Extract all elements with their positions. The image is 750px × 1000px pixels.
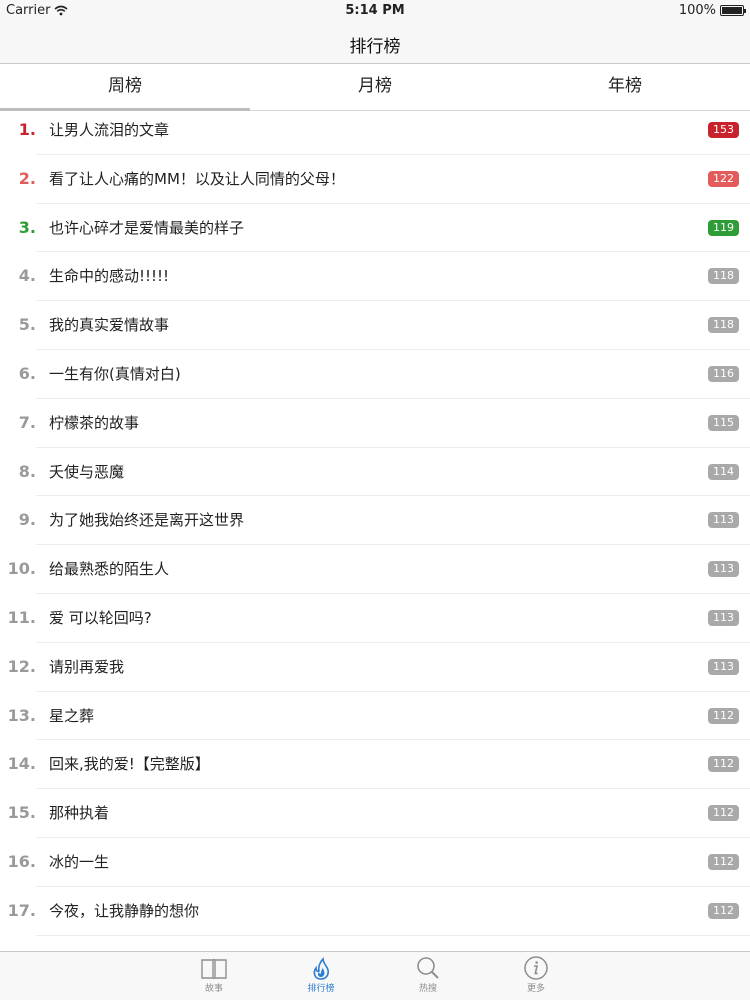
count-badge: 113: [708, 561, 739, 578]
count-badge: 114: [708, 463, 739, 480]
battery-icon: [720, 5, 746, 16]
story-title: 冰的一生: [49, 852, 110, 871]
list-item[interactable]: 11. 爱 可以轮回吗? 113: [0, 594, 750, 643]
list-item[interactable]: 16. 冰的一生 112: [0, 838, 750, 887]
rank-number: 7.: [18, 412, 36, 432]
count-badge: 113: [708, 609, 739, 626]
status-time: 5:14 PM: [345, 3, 405, 18]
tabbar-item-stories[interactable]: 故事: [184, 955, 244, 994]
tabbar-item-rankings[interactable]: 排行榜: [291, 955, 351, 994]
ranking-tabs: 周榜 月榜 年榜: [0, 64, 750, 111]
story-title: 今夜，让我静静的想你: [49, 901, 200, 920]
count-badge: 112: [708, 902, 739, 919]
count-badge: 115: [708, 414, 739, 431]
rank-number: 1.: [18, 120, 36, 139]
count-badge: 118: [708, 317, 739, 334]
tabbar-item-more[interactable]: 更多: [506, 955, 566, 994]
story-title: 柠檬茶的故事: [49, 413, 140, 432]
rank-number: 15.: [7, 803, 36, 823]
tabbar-label: 更多: [526, 984, 545, 994]
rank-number: 3.: [18, 217, 36, 237]
story-title: 一生有你(真情对白): [49, 364, 181, 383]
list-item[interactable]: 2. 看了让人心痛的MM！以及让人同情的父母！ 122: [0, 155, 750, 204]
count-badge: 122: [708, 170, 739, 187]
count-badge: 112: [708, 853, 739, 870]
story-title: 让男人流泪的文章: [49, 121, 170, 139]
list-item[interactable]: 8. 夭使与恶魔 114: [0, 448, 750, 497]
count-badge: 112: [708, 707, 739, 724]
rank-number: 10.: [7, 559, 36, 579]
search-icon: [417, 957, 439, 979]
tab-weekly[interactable]: 周榜: [0, 64, 250, 111]
rank-number: 14.: [7, 754, 36, 774]
page-title: 排行榜: [349, 37, 401, 57]
story-title: 生命中的感动!!!!!: [49, 267, 170, 286]
list-item[interactable]: 3. 也许心碎才是爱情最美的样子 119: [0, 204, 750, 253]
tabbar-label: 热搜: [418, 984, 437, 994]
story-title: 星之葬: [49, 706, 95, 725]
navigation-bar: 排行榜: [0, 22, 750, 64]
rank-number: 13.: [7, 705, 36, 725]
list-item[interactable]: 6. 一生有你(真情对白) 116: [0, 350, 750, 399]
tab-monthly[interactable]: 月榜: [250, 64, 500, 110]
story-title: 为了她我始终还是离开这世界: [49, 511, 245, 530]
rank-number: 8.: [18, 461, 36, 481]
rank-number: 12.: [7, 656, 36, 676]
list-item[interactable]: 13. 星之葬 112: [0, 692, 750, 741]
count-badge: 153: [708, 122, 739, 138]
tabbar-label: 排行榜: [307, 984, 335, 994]
rank-number: 2.: [18, 168, 36, 188]
rank-number: 4.: [18, 266, 36, 286]
rank-number: 6.: [18, 363, 36, 383]
list-item[interactable]: 7. 柠檬茶的故事 115: [0, 399, 750, 448]
tab-yearly[interactable]: 年榜: [500, 64, 750, 110]
status-bar: Carrier 5:14 PM 100%: [0, 0, 750, 22]
story-title: 回来,我的爱!【完整版】: [49, 755, 210, 774]
count-badge: 119: [708, 219, 739, 236]
story-title: 给最熟悉的陌生人: [49, 560, 170, 579]
count-badge: 113: [708, 512, 739, 529]
list-item[interactable]: 14. 回来,我的爱!【完整版】 112: [0, 740, 750, 789]
list-item[interactable]: 15. 那种执着 112: [0, 789, 750, 838]
book-icon: [201, 958, 227, 980]
ranking-list[interactable]: 1. 让男人流泪的文章 153 2. 看了让人心痛的MM！以及让人同情的父母！ 122 …: [0, 106, 750, 951]
flame-icon: [313, 957, 329, 980]
story-title: 爱 可以轮回吗?: [49, 608, 152, 627]
count-badge: 112: [708, 805, 739, 822]
story-title: 那种执着: [49, 804, 110, 823]
count-badge: 112: [708, 756, 739, 773]
story-title: 夭使与恶魔: [49, 462, 125, 481]
rank-number: 5.: [18, 315, 36, 335]
battery-label: 100%: [678, 3, 716, 18]
rank-number: 9.: [18, 510, 36, 530]
story-title: 也许心碎才是爱情最美的样子: [49, 218, 245, 237]
list-item[interactable]: 1. 让男人流泪的文章 153: [0, 106, 750, 155]
story-title: 看了让人心痛的MM！以及让人同情的父母！: [49, 169, 345, 188]
battery-status: 100%: [678, 3, 746, 18]
list-item[interactable]: 5. 我的真实爱情故事 118: [0, 301, 750, 350]
count-badge: 113: [708, 658, 739, 675]
list-item[interactable]: 10. 给最熟悉的陌生人 113: [0, 545, 750, 594]
story-title: 我的真实爱情故事: [49, 316, 170, 335]
list-item[interactable]: 17. 今夜，让我静静的想你 112: [0, 887, 750, 936]
rank-number: 16.: [7, 851, 36, 871]
bottom-tab-bar: 故事 排行榜 热搜 更多: [0, 951, 750, 1000]
list-item[interactable]: 12. 请别再爱我 113: [0, 643, 750, 692]
list-item[interactable]: 4. 生命中的感动!!!!! 118: [0, 252, 750, 301]
rank-number: 17.: [7, 900, 36, 920]
story-title: 请别再爱我: [49, 657, 125, 676]
rank-number: 11.: [7, 607, 36, 627]
tabbar-label: 故事: [204, 984, 223, 994]
list-item[interactable]: 9. 为了她我始终还是离开这世界 113: [0, 496, 750, 545]
info-icon: [524, 956, 548, 980]
count-badge: 118: [708, 268, 739, 285]
count-badge: 116: [708, 365, 739, 382]
tabbar-item-trending[interactable]: 热搜: [398, 955, 458, 994]
